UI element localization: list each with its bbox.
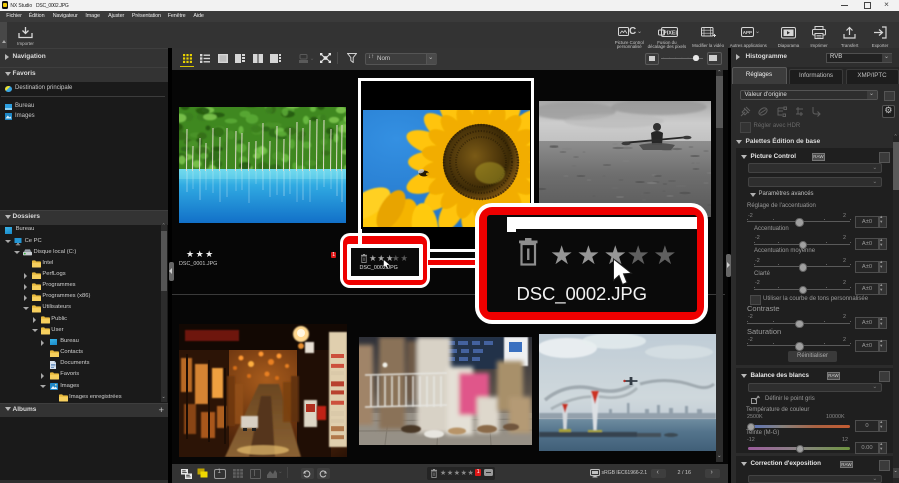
svg-text:PIXEL: PIXEL — [663, 30, 678, 36]
svg-text:APP: APP — [743, 29, 752, 34]
